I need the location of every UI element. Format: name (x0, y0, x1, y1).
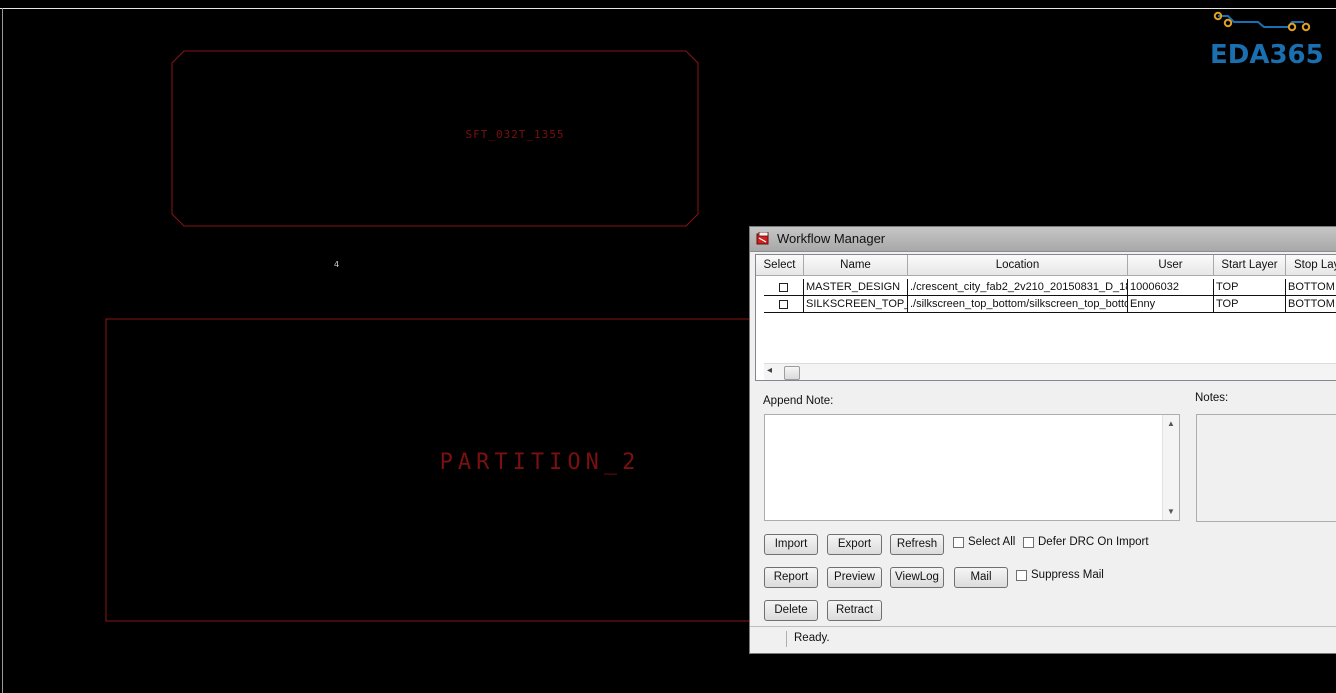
row-stop-layer-cell[interactable]: BOTTOM (1286, 279, 1336, 296)
preview-button[interactable]: Preview (827, 567, 882, 588)
app-icon (756, 232, 769, 245)
table-horizontal-scrollbar[interactable]: ◂ (764, 363, 1336, 380)
row-select-checkbox[interactable] (764, 279, 804, 296)
column-header-location[interactable]: Location (908, 255, 1128, 276)
column-header-stop-layer[interactable]: Stop Layer (1286, 255, 1336, 276)
column-header-name[interactable]: Name (804, 255, 908, 276)
scroll-left-icon[interactable]: ◂ (767, 365, 772, 376)
defer-drc-checkbox[interactable] (1023, 537, 1034, 548)
row-user-cell[interactable]: 10006032 (1128, 279, 1214, 296)
column-header-user[interactable]: User (1128, 255, 1214, 276)
logo-text: EDA365 (1210, 40, 1324, 70)
board-label: SFT_032T_1355 (465, 128, 565, 141)
import-button[interactable]: Import (764, 534, 818, 555)
append-note-label: Append Note: (763, 395, 834, 407)
status-divider (786, 631, 787, 647)
status-text: Ready. (794, 632, 830, 644)
scroll-thumb[interactable] (784, 366, 800, 380)
workflow-manager-window: Workflow Manager Select Name Location Us… (749, 226, 1336, 654)
row-user-cell[interactable]: Enny (1128, 296, 1214, 313)
row-name-cell[interactable]: MASTER_DESIGN (804, 279, 908, 296)
notes-display (1196, 414, 1336, 522)
viewlog-button[interactable]: ViewLog (890, 567, 944, 588)
notes-label: Notes: (1195, 392, 1229, 404)
row-name-cell[interactable]: SILKSCREEN_TOP_ (804, 296, 908, 313)
refresh-button[interactable]: Refresh (890, 534, 944, 555)
row-start-layer-cell[interactable]: TOP (1214, 296, 1286, 313)
row-location-cell[interactable]: ./silkscreen_top_bottom/silkscreen_top_b… (908, 296, 1128, 313)
retract-button[interactable]: Retract (827, 600, 882, 621)
scroll-up-icon[interactable]: ▲ (1167, 419, 1175, 428)
mail-button[interactable]: Mail (954, 567, 1008, 588)
origin-marker: 4 (334, 260, 340, 269)
checkbox-icon (779, 283, 788, 292)
suppress-mail-label[interactable]: Suppress Mail (1031, 569, 1104, 581)
window-title: Workflow Manager (777, 231, 886, 246)
workflow-table[interactable]: Select Name Location User Start Layer St… (755, 254, 1336, 381)
status-bar: Ready. (750, 626, 1336, 651)
column-header-start-layer[interactable]: Start Layer (1214, 255, 1286, 276)
select-all-checkbox[interactable] (953, 537, 964, 548)
suppress-mail-checkbox[interactable] (1016, 570, 1027, 581)
defer-drc-label[interactable]: Defer DRC On Import (1038, 536, 1149, 548)
append-note-scrollbar[interactable]: ▲ ▼ (1162, 415, 1179, 520)
append-note-textarea[interactable]: ▲ ▼ (764, 414, 1180, 521)
row-stop-layer-cell[interactable]: BOTTOM (1286, 296, 1336, 313)
row-location-cell[interactable]: ./crescent_city_fab2_2v210_20150831_D_18 (908, 279, 1128, 296)
window-titlebar[interactable]: Workflow Manager (750, 227, 1336, 252)
partition-label: PARTITION_2 (439, 450, 641, 475)
export-button[interactable]: Export (827, 534, 882, 555)
report-button[interactable]: Report (764, 567, 818, 588)
circuit-trace-icon (1213, 11, 1311, 32)
row-select-checkbox[interactable] (764, 296, 804, 313)
row-start-layer-cell[interactable]: TOP (1214, 279, 1286, 296)
select-all-label[interactable]: Select All (968, 536, 1015, 548)
delete-button[interactable]: Delete (764, 600, 818, 621)
scroll-down-icon[interactable]: ▼ (1167, 507, 1175, 516)
checkbox-icon (779, 300, 788, 309)
column-header-select[interactable]: Select (756, 255, 804, 276)
eda365-logo: EDA365 (1206, 10, 1326, 72)
